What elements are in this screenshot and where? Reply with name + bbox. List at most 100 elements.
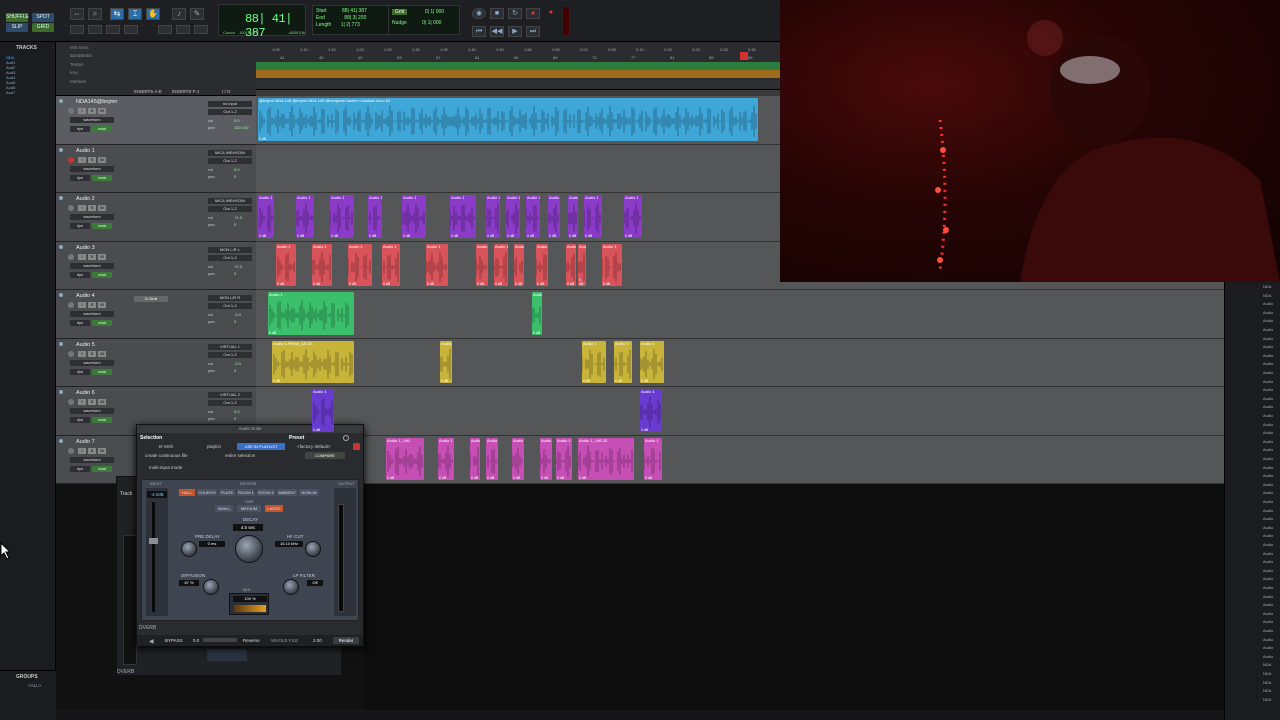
- audio-clip[interactable]: Audio 1 0 dB: [268, 292, 354, 335]
- output-select[interactable]: Out 1-2: [208, 254, 252, 261]
- track-view-select[interactable]: waveform: [70, 408, 114, 414]
- volume-value[interactable]: 0.0: [234, 167, 240, 172]
- audio-clip[interactable]: Audio 1 0 dB: [348, 243, 372, 286]
- audio-clip[interactable]: Audio 1 0 dB: [450, 195, 476, 238]
- audio-clip[interactable]: Audio 1_146- 0 dB: [386, 437, 424, 480]
- clip-list-item[interactable]: Audio: [1263, 353, 1273, 358]
- insert-slot[interactable]: [134, 393, 168, 399]
- clip-list-item[interactable]: Audio: [1263, 576, 1273, 581]
- pan-value[interactable]: 0: [234, 416, 236, 421]
- track-name[interactable]: Audio 5: [76, 342, 95, 348]
- tracks-list-item[interactable]: Aud7: [6, 90, 15, 95]
- insert-slot[interactable]: [134, 345, 168, 351]
- mix-control[interactable]: 100 %: [229, 593, 269, 615]
- track-view-select[interactable]: waveform: [70, 359, 114, 366]
- mute-button[interactable]: M: [98, 447, 106, 454]
- track-read-button[interactable]: read: [92, 223, 112, 229]
- compare-button[interactable]: COMPARE: [305, 452, 345, 459]
- diffusion-knob[interactable]: [203, 579, 219, 595]
- insert-slot[interactable]: D-Verb: [134, 296, 168, 302]
- audio-clip[interactable]: Audio 1 0 dB: [602, 243, 622, 286]
- audio-clip[interactable]: Audio 1 0 dB: [368, 195, 382, 238]
- grid-label[interactable]: Grid: [392, 9, 408, 15]
- pan-value[interactable]: 0: [234, 368, 236, 373]
- grid-nudge-panel[interactable]: Grid 0| 1| 000 Nudge 0| 1| 000: [388, 5, 460, 35]
- audio-clip[interactable]: Audio 1 0 dB: [276, 243, 296, 286]
- pencil-tool-icon[interactable]: ✎: [190, 8, 204, 20]
- volume-value[interactable]: +1.3: [234, 264, 242, 269]
- audio-clip[interactable]: Audio 1 0 dB: [296, 195, 314, 238]
- audio-clip[interactable]: Audio 1 0 dB: [514, 243, 524, 286]
- track-name[interactable]: Audio 1: [76, 148, 95, 154]
- audio-clip[interactable]: Audio 1 0 dB: [258, 195, 274, 238]
- key-ruler-bar[interactable]: [256, 70, 780, 78]
- input-monitor-button[interactable]: I: [78, 350, 86, 357]
- track-read-button[interactable]: read: [92, 368, 112, 375]
- mute-button[interactable]: M: [98, 253, 106, 260]
- clip-list-item[interactable]: Audio: [1263, 551, 1273, 556]
- track-view-icon[interactable]: [59, 293, 63, 297]
- audio-clip[interactable]: Audio 1 0 dB: [614, 340, 632, 383]
- shuffle-mode-button[interactable]: SHUFFLE: [6, 13, 29, 22]
- audio-clip[interactable]: Audio 1_146-20 0 dB: [578, 437, 634, 480]
- input-mode-select[interactable]: multi-input mode: [149, 465, 182, 470]
- clip-list-item[interactable]: Audio: [1263, 430, 1273, 435]
- clip-list-item[interactable]: Audio: [1263, 611, 1273, 616]
- input-select[interactable]: MON L/R R: [208, 295, 252, 301]
- clip-list-item[interactable]: Audio: [1263, 568, 1273, 573]
- preview-icon[interactable]: ◀: [149, 638, 154, 645]
- track-read-button[interactable]: read: [92, 126, 112, 132]
- audio-clip[interactable]: Audio 1 0 dB: [556, 437, 572, 480]
- audio-clip[interactable]: Audio 1 0 dB: [486, 195, 500, 238]
- clip-list-item[interactable]: Audio: [1263, 310, 1273, 315]
- output-select[interactable]: Out 1-2: [208, 206, 252, 212]
- input-monitor-button[interactable]: I: [78, 302, 86, 308]
- track-name[interactable]: Audio 2: [76, 196, 95, 202]
- tempo-ruler-bar[interactable]: [256, 62, 780, 70]
- lpfilter-knob[interactable]: [283, 579, 299, 595]
- insert-slot[interactable]: [134, 248, 168, 254]
- mix-slider-fill[interactable]: [234, 605, 266, 612]
- reverb-type-nonlin[interactable]: NONLIN: [299, 489, 319, 496]
- audio-clip[interactable]: Audio 1 0 dB: [438, 437, 454, 480]
- clip-list-item[interactable]: Audio: [1263, 301, 1273, 306]
- audio-clip[interactable]: Audio 1 0 dB: [640, 340, 664, 383]
- solo-button[interactable]: S: [88, 447, 96, 454]
- scrubber-tool-icon[interactable]: ♪: [172, 8, 186, 20]
- solo-button[interactable]: S: [88, 205, 96, 211]
- reverb-type-plate[interactable]: PLATE: [219, 489, 235, 496]
- solo-button[interactable]: S: [88, 253, 96, 260]
- clip-list-item[interactable]: NDA: [1263, 293, 1271, 298]
- clip-list-item[interactable]: Audio: [1263, 508, 1273, 513]
- clip-list-item[interactable]: Audio: [1263, 439, 1273, 444]
- audio-clip[interactable]: Audio 1 0 dB: [402, 195, 426, 238]
- clip-list-item[interactable]: Audio: [1263, 404, 1273, 409]
- record-enable-button[interactable]: [68, 447, 74, 454]
- stop-icon[interactable]: ■: [490, 8, 504, 19]
- audio-clip[interactable]: Audio 1 0 dB: [476, 243, 488, 286]
- input-select[interactable]: no input: [208, 101, 252, 107]
- smart-tool-3[interactable]: [194, 25, 208, 34]
- clip-list-item[interactable]: Audio: [1263, 619, 1273, 624]
- input-fader-handle[interactable]: [149, 538, 158, 544]
- clip-list-item[interactable]: Audio: [1263, 637, 1273, 642]
- track-name[interactable]: Audio 4: [76, 293, 95, 299]
- smart-tool-1[interactable]: [158, 25, 172, 34]
- track-read-button[interactable]: read: [92, 271, 112, 278]
- audio-clip[interactable]: Audio 1 0 dB: [426, 243, 448, 286]
- size-small[interactable]: SMALL: [215, 505, 233, 512]
- online-icon[interactable]: ◉: [472, 8, 486, 19]
- clip-list-item[interactable]: Audio: [1263, 344, 1273, 349]
- pan-value[interactable]: 0: [234, 271, 236, 276]
- mute-button[interactable]: M: [98, 156, 106, 163]
- preset-close-icon[interactable]: [353, 443, 360, 450]
- size-medium[interactable]: MEDIUM: [237, 505, 261, 512]
- settings-icon[interactable]: [343, 435, 349, 441]
- track-read-button[interactable]: read: [92, 320, 112, 326]
- track-header[interactable]: Audio 2 I S Mwaveform dyn read MIC/LINE/HIZ/IN…: [56, 193, 256, 242]
- input-select[interactable]: VIRTUAL 2: [208, 392, 252, 398]
- reverb-type-room1[interactable]: ROOM 1: [237, 489, 255, 496]
- zoomer-tool-icon[interactable]: ⌕: [88, 8, 102, 20]
- volume-value[interactable]: -2.0: [234, 312, 241, 317]
- volume-value[interactable]: -2.0: [234, 361, 241, 366]
